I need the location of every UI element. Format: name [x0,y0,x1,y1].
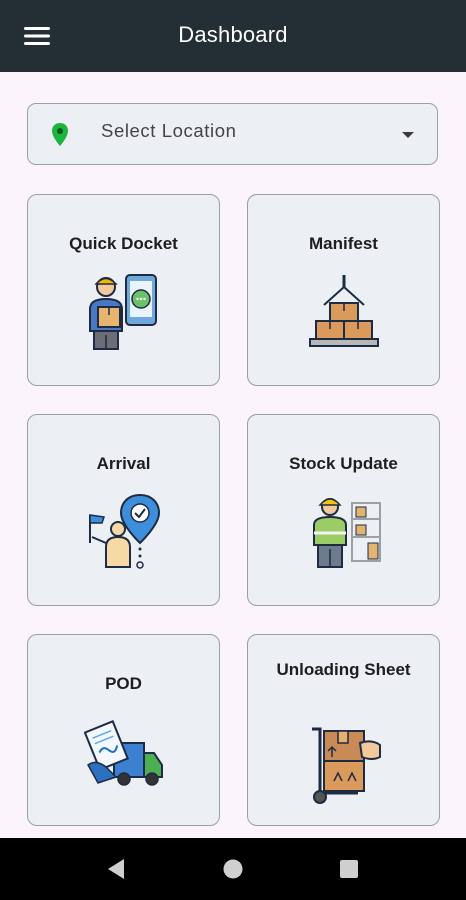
tile-stock-update[interactable]: Stock Update [247,414,440,606]
tile-label: Stock Update [289,454,398,473]
tile-quick-docket[interactable]: Quick Docket [27,194,220,386]
chevron-down-icon [402,132,414,138]
tile-label: Manifest [309,234,378,253]
app-bar: Dashboard [0,0,466,72]
tile-manifest[interactable]: Manifest [247,194,440,386]
tile-arrival[interactable]: Arrival [27,414,220,606]
tile-label: Unloading Sheet [276,660,411,679]
hand-truck-box-icon [312,727,381,804]
proof-of-delivery-truck-icon [84,720,163,786]
delivery-man-phone-icon [89,274,157,350]
system-navigation-bar [0,838,466,900]
home-circle-icon[interactable] [220,856,246,882]
recents-square-icon[interactable] [336,856,362,882]
tile-label: POD [105,674,142,693]
back-triangle-icon[interactable] [104,856,130,882]
location-select[interactable]: Select Location [27,103,438,165]
tile-pod[interactable]: POD [27,634,220,826]
location-placeholder: Select Location [101,120,237,141]
tile-label: Quick Docket [69,234,178,253]
location-pin-icon [52,123,68,146]
tile-unloading-sheet[interactable]: Unloading Sheet [247,634,440,826]
page-title: Dashboard [178,22,288,47]
arrival-location-icon [89,493,161,569]
tile-label: Arrival [96,454,151,473]
crane-boxes-icon [309,275,379,347]
warehouse-worker-icon [313,498,381,568]
